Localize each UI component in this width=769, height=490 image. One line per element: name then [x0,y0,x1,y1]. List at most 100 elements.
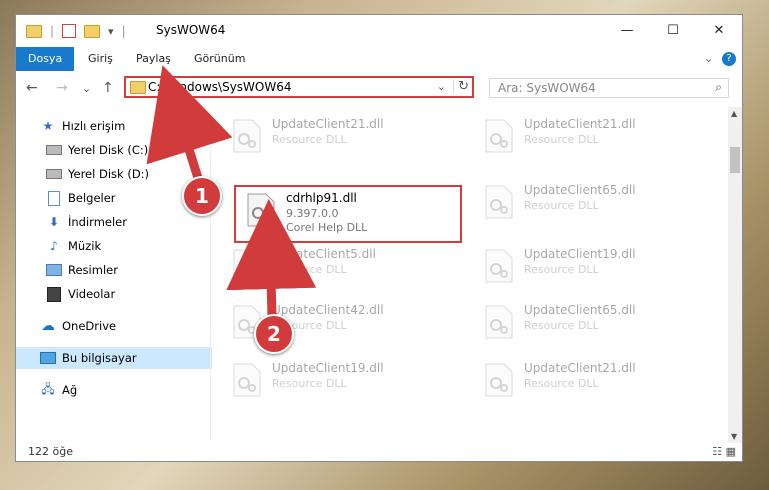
file-type: Resource DLL [524,133,599,146]
music-icon: ♪ [50,239,58,253]
window-title: SysWOW64 [156,23,226,37]
sidebar-item-onedrive[interactable]: ☁ OneDrive [16,315,234,337]
sidebar-item-label: Yerel Disk (D:) [68,167,150,181]
status-bar: 122 öğe ☷ ▦ [16,443,742,461]
maximize-button[interactable]: ☐ [650,15,696,45]
computer-icon [40,351,56,365]
file-item[interactable]: UpdateClient19.dll Resource DLL [474,243,694,289]
file-item[interactable]: UpdateClient21.dll Resource DLL [474,357,694,403]
sidebar-item-label: Ağ [62,383,78,397]
refresh-button[interactable]: ↻ [453,79,469,94]
tab-view[interactable]: Görünüm [182,47,257,71]
sidebar-item-label: Bu bilgisayar [62,351,137,365]
close-button[interactable]: ✕ [696,15,742,45]
pane-divider [210,111,211,441]
item-count: 122 öğe [28,445,73,458]
step-marker-2: 2 [254,314,294,354]
file-item[interactable]: UpdateClient65.dll Resource DLL [474,299,694,345]
dll-file-icon [485,305,513,339]
navigation-pane: ★ Hızlı erişim Yerel Disk (C:) 📌 Yerel D… [16,111,234,441]
file-item-highlighted[interactable]: cdrhlp91.dll 9.397.0.0 Corel Help DLL [234,185,462,243]
recent-locations-button[interactable]: ⌄ [82,82,91,95]
new-folder-icon[interactable] [84,24,101,38]
download-icon: ⬇ [48,215,60,229]
tab-file[interactable]: Dosya [16,47,75,71]
file-name: UpdateClient42.dll [272,303,384,317]
forward-button[interactable]: → [56,80,68,96]
sidebar-item-music[interactable]: ♪ Müzik 📌 [16,235,240,257]
sidebar-item-label: Yerel Disk (C:) [68,143,149,157]
cloud-icon: ☁ [41,318,55,334]
scroll-up-icon[interactable]: ▲ [731,109,737,118]
search-input[interactable]: Ara: SysWOW64 ⌕ [489,78,729,98]
back-button[interactable]: ← [26,80,38,96]
file-item[interactable]: UpdateClient21.dll Resource DLL [222,113,442,159]
file-name: UpdateClient21.dll [524,361,636,375]
file-item[interactable]: UpdateClient21.dll Resource DLL [474,113,694,159]
dll-file-icon [485,119,513,153]
tab-share[interactable]: Paylaş [124,47,183,71]
search-placeholder: Ara: SysWOW64 [498,81,596,95]
sidebar-item-drive-c[interactable]: Yerel Disk (C:) 📌 [16,139,240,161]
file-item[interactable]: UpdateClient19.dll Resource DLL [222,357,442,403]
star-icon: ★ [42,119,54,133]
ribbon: Dosya Giriş Paylaş Görünüm ⌄ ? [16,47,742,72]
sidebar-item-label: Videolar [68,287,116,301]
file-name: UpdateClient65.dll [524,303,636,317]
file-item[interactable]: UpdateClient65.dll Resource DLL [474,179,694,225]
dll-file-icon [233,119,261,153]
sidebar-item-label: İndirmeler [68,215,127,229]
file-type: Resource DLL [272,133,347,146]
file-type: Resource DLL [524,319,599,332]
help-icon[interactable]: ? [722,52,736,66]
toolbar-divider: | [121,24,126,38]
file-type: Resource DLL [524,199,599,212]
videos-icon [46,286,62,302]
dll-file-icon [485,363,513,397]
customize-toolbar-icon[interactable]: ▾ [108,25,114,38]
file-name: UpdateClient19.dll [272,361,384,375]
sidebar-item-label: Hızlı erişim [62,119,126,133]
drive-icon [46,167,62,181]
sidebar-item-this-pc[interactable]: Bu bilgisayar [16,347,234,369]
minimize-button[interactable]: — [604,15,650,45]
sidebar-item-pictures[interactable]: Resimler 📌 [16,259,240,281]
search-icon[interactable]: ⌕ [715,80,722,95]
scrollbar-thumb[interactable] [730,147,740,173]
vertical-scrollbar[interactable]: ▲ ▼ [728,107,742,443]
file-item[interactable]: UpdateClient5.dll Resource DLL [222,243,442,289]
address-bar[interactable]: C:\Windows\SysWOW64 ⌄ ↻ [124,76,474,98]
ribbon-expand-icon[interactable]: ⌄ [692,47,725,71]
view-toggle-icons[interactable]: ☷ ▦ [712,445,736,458]
folder-icon [26,24,42,38]
sidebar-item-videos[interactable]: Videolar 📌 [16,283,240,305]
file-name: UpdateClient19.dll [524,247,636,261]
file-name: UpdateClient21.dll [524,117,636,131]
explorer-window: | ▾ | SysWOW64 — ☐ ✕ Dosya Giriş Paylaş … [15,14,743,462]
navigation-bar: ← → ⌄ ↑ C:\Windows\SysWOW64 ⌄ ↻ Ara: Sys… [16,71,742,107]
dll-file-icon [485,185,513,219]
title-bar: | ▾ | SysWOW64 — ☐ ✕ [16,15,742,47]
sidebar-item-label: OneDrive [62,319,117,333]
sidebar-item-network[interactable]: 🖧 Ağ [16,379,234,401]
sidebar-item-quick-access[interactable]: ★ Hızlı erişim [16,115,234,137]
folder-icon [130,81,146,94]
pictures-icon [46,263,62,277]
address-path[interactable]: C:\Windows\SysWOW64 [148,80,292,94]
up-button[interactable]: ↑ [102,80,114,96]
file-type: Resource DLL [524,377,599,390]
documents-icon [46,190,62,206]
address-dropdown-icon[interactable]: ⌄ [437,80,446,93]
file-name: cdrhlp91.dll [286,191,357,205]
file-name: UpdateClient65.dll [524,183,636,197]
properties-icon[interactable] [62,24,77,38]
scroll-down-icon[interactable]: ▼ [731,432,737,441]
tab-home[interactable]: Giriş [76,47,125,71]
file-type: Resource DLL [272,377,347,390]
dll-file-icon [233,363,261,397]
network-icon: 🖧 [41,381,55,396]
file-list: UpdateClient21.dll Resource DLL cdrhlp91… [212,107,728,443]
file-name: UpdateClient5.dll [272,247,376,261]
step-marker-1: 1 [182,176,222,216]
file-type: Resource DLL [272,263,347,276]
